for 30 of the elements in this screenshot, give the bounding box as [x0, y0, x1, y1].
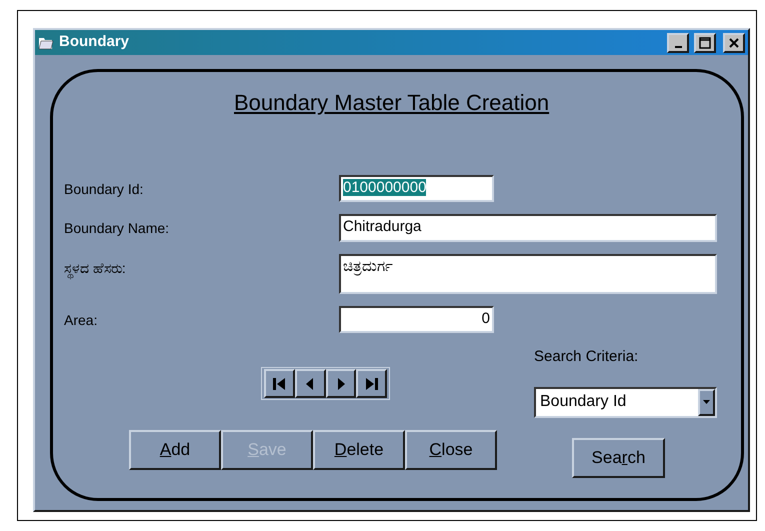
action-button[interactable]: Close [405, 430, 497, 470]
maximize-button[interactable] [694, 32, 716, 52]
last-record-icon [364, 376, 380, 392]
input-field[interactable]: ಚಿತ್ರದುರ್ಗ [339, 254, 717, 294]
navigation-button[interactable] [294, 369, 326, 398]
close-button[interactable] [723, 32, 745, 52]
window-icon [38, 36, 54, 50]
input-field[interactable]: Chitradurga [339, 214, 717, 242]
navigation-button[interactable] [264, 369, 295, 398]
minimize-button[interactable] [667, 32, 689, 52]
action-button[interactable]: Delete [313, 430, 405, 470]
field-label: Boundary Id: [64, 180, 144, 199]
navigation-button[interactable] [356, 369, 387, 398]
search-button[interactable]: Search [572, 438, 665, 478]
search-criteria-label: Search Criteria: [534, 347, 640, 367]
search-criteria-dropdown[interactable]: Boundary Id [534, 386, 717, 418]
input-field[interactable]: 0100000000 [339, 175, 494, 202]
maximize-icon [699, 36, 711, 48]
field-label: Boundary Name: [64, 219, 170, 238]
navigation-button[interactable] [326, 369, 356, 398]
field-label: ಸ್ಥಳದ ಹೆಸರು: [64, 254, 339, 279]
minimize-icon [674, 46, 682, 48]
first-record-icon [271, 376, 288, 392]
input-field[interactable]: 0 [339, 306, 494, 333]
close-icon [728, 36, 740, 48]
dropdown-arrow-icon [703, 400, 710, 404]
form-heading: Boundary Master Table Creation [234, 90, 550, 115]
field-label: Area: [64, 311, 98, 330]
window-title: Boundary [59, 32, 130, 52]
action-button[interactable]: Add [129, 430, 221, 470]
